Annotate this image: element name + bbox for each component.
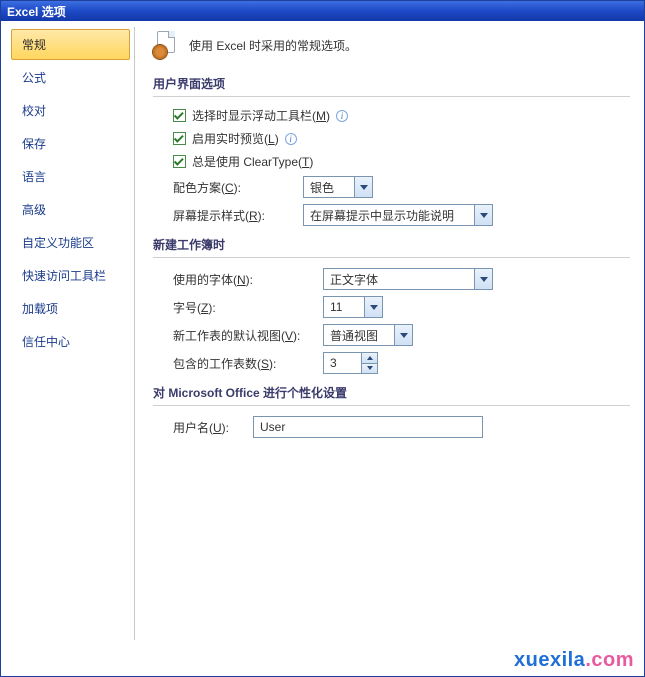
sheets-spinner[interactable]: 3 (323, 352, 378, 374)
font-value: 正文字体 (330, 271, 468, 288)
username-row: 用户名(U): User (173, 416, 630, 438)
screentip-label: 屏幕提示样式(R): (173, 207, 303, 224)
checkbox-row-livepreview: 启用实时预览(L) i (173, 130, 630, 147)
sheets-row: 包含的工作表数(S): 3 (173, 352, 630, 374)
info-icon[interactable]: i (285, 133, 297, 145)
dropdown-arrow-icon (354, 177, 372, 197)
color-scheme-label: 配色方案(C): (173, 179, 303, 196)
sidebar-item-quick-access[interactable]: 快速访问工具栏 (11, 260, 130, 291)
options-icon (153, 31, 181, 59)
dropdown-arrow-icon (474, 205, 492, 225)
sidebar-item-addins[interactable]: 加载项 (11, 293, 130, 324)
screentip-row: 屏幕提示样式(R): 在屏幕提示中显示功能说明 (173, 204, 630, 226)
screentip-select[interactable]: 在屏幕提示中显示功能说明 (303, 204, 493, 226)
sidebar-item-general[interactable]: 常规 (11, 29, 130, 60)
sidebar: 常规 公式 校对 保存 语言 高级 自定义功能区 快速访问工具栏 加载项 信任中… (7, 27, 135, 640)
spinner-up[interactable] (362, 353, 377, 363)
dropdown-arrow-icon (474, 269, 492, 289)
checkbox-row-minitoolbar: 选择时显示浮动工具栏(M) i (173, 107, 630, 124)
font-row: 使用的字体(N): 正文字体 (173, 268, 630, 290)
sheets-value: 3 (330, 356, 361, 370)
defaultview-row: 新工作表的默认视图(V): 普通视图 (173, 324, 630, 346)
watermark-b: .com (585, 649, 634, 671)
sidebar-item-save[interactable]: 保存 (11, 128, 130, 159)
username-label: 用户名(U): (173, 419, 253, 436)
sidebar-item-trust-center[interactable]: 信任中心 (11, 326, 130, 357)
font-label: 使用的字体(N): (173, 271, 323, 288)
section-new-workbook-title: 新建工作簿时 (153, 234, 630, 258)
font-select[interactable]: 正文字体 (323, 268, 493, 290)
defaultview-label: 新工作表的默认视图(V): (173, 327, 323, 344)
intro: 使用 Excel 时采用的常规选项。 (153, 31, 630, 59)
color-scheme-select[interactable]: 银色 (303, 176, 373, 198)
fontsize-value: 11 (330, 300, 358, 314)
sidebar-item-advanced[interactable]: 高级 (11, 194, 130, 225)
fontsize-label: 字号(Z): (173, 299, 323, 316)
screentip-value: 在屏幕提示中显示功能说明 (310, 207, 468, 224)
sidebar-item-formulas[interactable]: 公式 (11, 62, 130, 93)
spinner-buttons (361, 353, 377, 373)
color-scheme-value: 银色 (310, 179, 348, 196)
info-icon[interactable]: i (336, 110, 348, 122)
dialog-body: 常规 公式 校对 保存 语言 高级 自定义功能区 快速访问工具栏 加载项 信任中… (1, 21, 644, 646)
defaultview-select[interactable]: 普通视图 (323, 324, 413, 346)
checkbox-minitoolbar-label: 选择时显示浮动工具栏(M) (192, 107, 330, 124)
defaultview-value: 普通视图 (330, 327, 388, 344)
section-ui-options-title: 用户界面选项 (153, 73, 630, 97)
sheets-label: 包含的工作表数(S): (173, 355, 323, 372)
intro-text: 使用 Excel 时采用的常规选项。 (189, 37, 357, 54)
checkbox-cleartype[interactable] (173, 155, 186, 168)
fontsize-row: 字号(Z): 11 (173, 296, 630, 318)
checkbox-row-cleartype: 总是使用 ClearType(T) (173, 153, 630, 170)
dropdown-arrow-icon (394, 325, 412, 345)
sidebar-item-proofing[interactable]: 校对 (11, 95, 130, 126)
sidebar-item-customize-ribbon[interactable]: 自定义功能区 (11, 227, 130, 258)
section-personalize-title: 对 Microsoft Office 进行个性化设置 (153, 382, 630, 406)
username-value: User (260, 420, 285, 434)
username-input[interactable]: User (253, 416, 483, 438)
spinner-down[interactable] (362, 363, 377, 374)
dropdown-arrow-icon (364, 297, 382, 317)
watermark: xuexila.com (514, 649, 634, 672)
checkbox-minitoolbar[interactable] (173, 109, 186, 122)
excel-options-window: Excel 选项 常规 公式 校对 保存 语言 高级 自定义功能区 快速访问工具… (0, 0, 645, 677)
sidebar-item-language[interactable]: 语言 (11, 161, 130, 192)
checkbox-livepreview-label: 启用实时预览(L) (192, 130, 279, 147)
color-scheme-row: 配色方案(C): 银色 (173, 176, 630, 198)
content-pane: 使用 Excel 时采用的常规选项。 用户界面选项 选择时显示浮动工具栏(M) … (135, 21, 644, 646)
checkbox-cleartype-label: 总是使用 ClearType(T) (192, 153, 313, 170)
watermark-a: xuexila (514, 649, 585, 671)
fontsize-select[interactable]: 11 (323, 296, 383, 318)
checkbox-livepreview[interactable] (173, 132, 186, 145)
titlebar: Excel 选项 (1, 1, 644, 21)
